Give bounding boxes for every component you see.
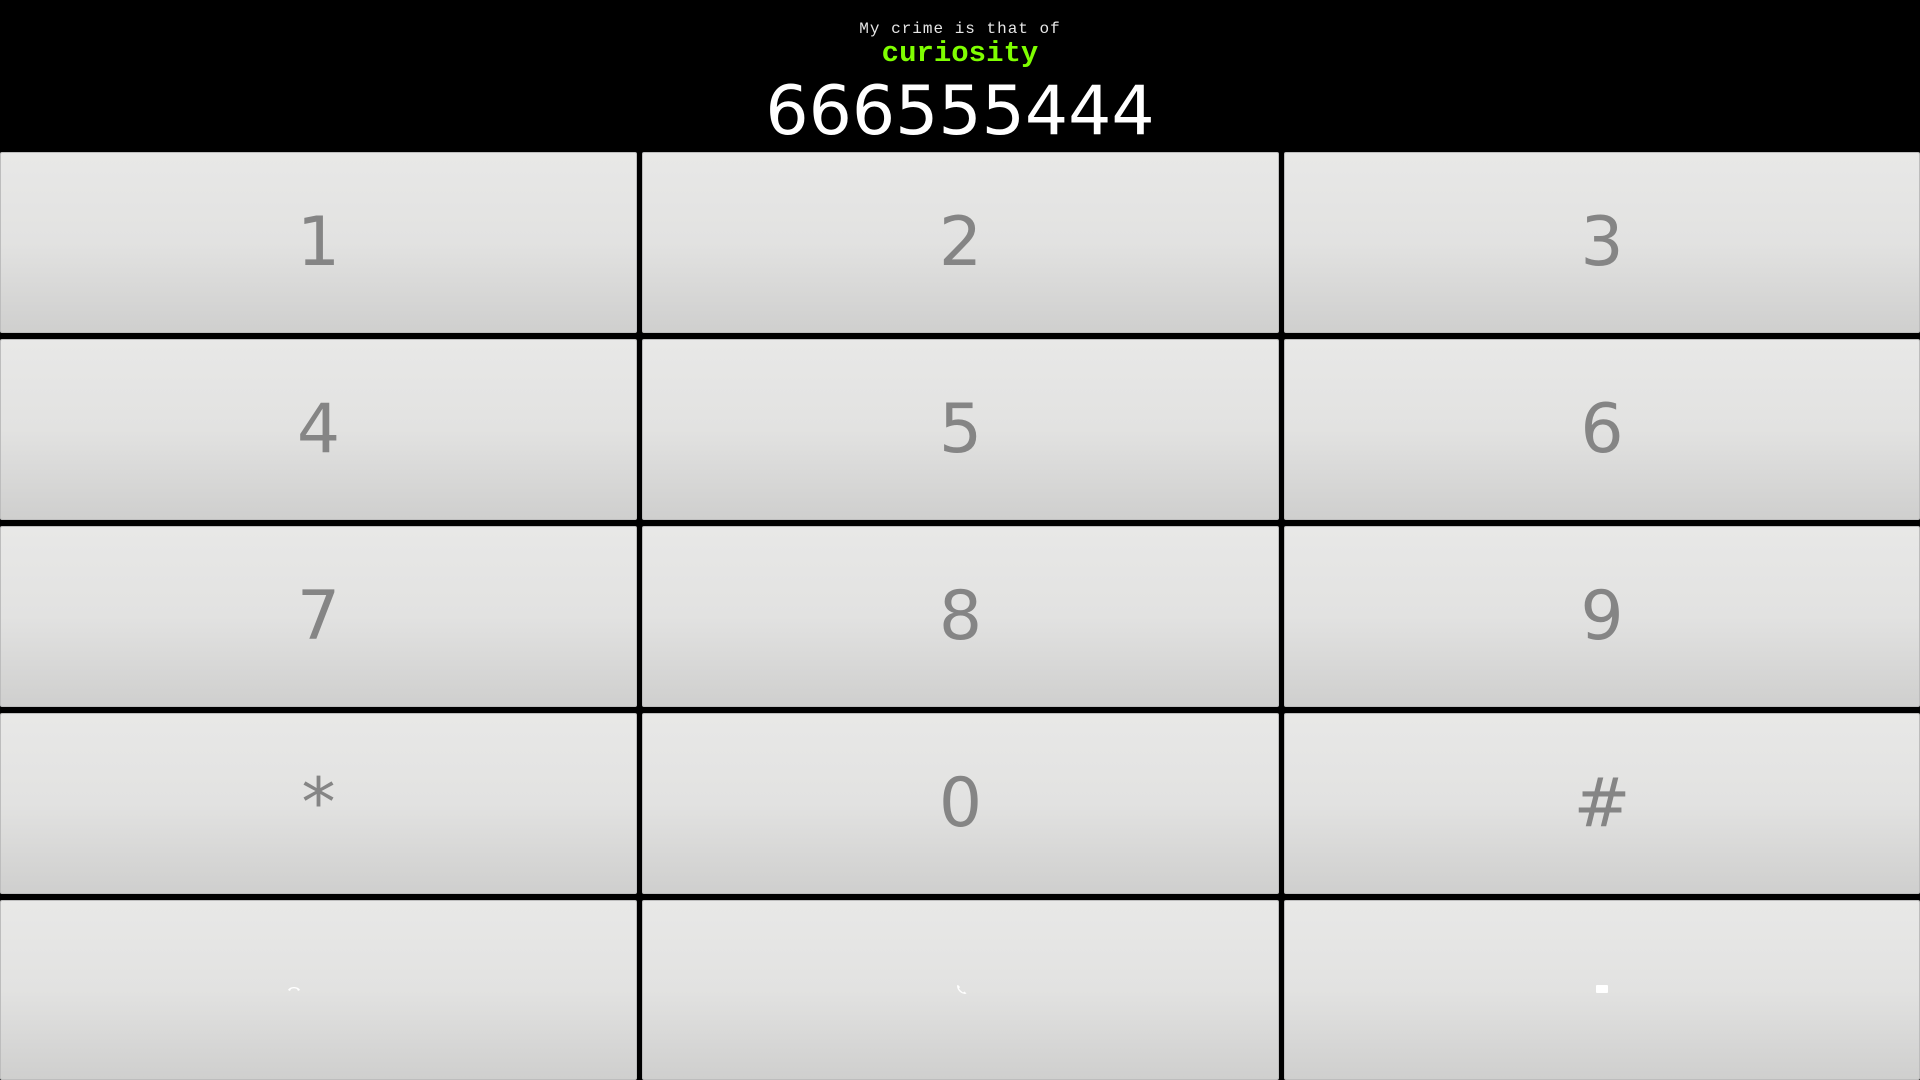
keypad: 1 2 3 4 5 6 7 8 9 * 0 # [0, 152, 1920, 1080]
key-label: 3 [1580, 202, 1624, 282]
key-5[interactable]: 5 [642, 339, 1279, 520]
key-label: 1 [296, 202, 341, 282]
phone-icon [956, 985, 966, 994]
message-button[interactable] [1284, 900, 1920, 1080]
key-9[interactable]: 9 [1284, 526, 1920, 707]
key-label: 8 [938, 576, 983, 656]
key-4[interactable]: 4 [0, 339, 637, 520]
message-icon [1596, 985, 1608, 993]
key-label: 4 [296, 389, 341, 469]
hangup-icon [287, 987, 300, 991]
key-label: 2 [938, 202, 983, 282]
key-star[interactable]: * [0, 713, 637, 894]
key-hash[interactable]: # [1284, 713, 1920, 894]
hangup-button[interactable] [0, 900, 637, 1080]
key-6[interactable]: 6 [1284, 339, 1920, 520]
dialed-number-display: 666555444 [765, 72, 1155, 151]
title: curiosity [881, 37, 1039, 70]
key-label: * [301, 763, 336, 843]
key-label: # [1573, 763, 1631, 843]
key-label: 9 [1580, 576, 1624, 656]
key-8[interactable]: 8 [642, 526, 1279, 707]
key-label: 0 [938, 763, 983, 843]
key-0[interactable]: 0 [642, 713, 1279, 894]
key-label: 5 [938, 389, 983, 469]
call-button[interactable] [642, 900, 1279, 1080]
key-label: 7 [296, 576, 341, 656]
subtitle: My crime is that of [859, 20, 1061, 38]
key-3[interactable]: 3 [1284, 152, 1920, 333]
key-1[interactable]: 1 [0, 152, 637, 333]
key-label: 6 [1580, 389, 1624, 469]
header: My crime is that of curiosity 666555444 [0, 0, 1920, 152]
key-7[interactable]: 7 [0, 526, 637, 707]
key-2[interactable]: 2 [642, 152, 1279, 333]
